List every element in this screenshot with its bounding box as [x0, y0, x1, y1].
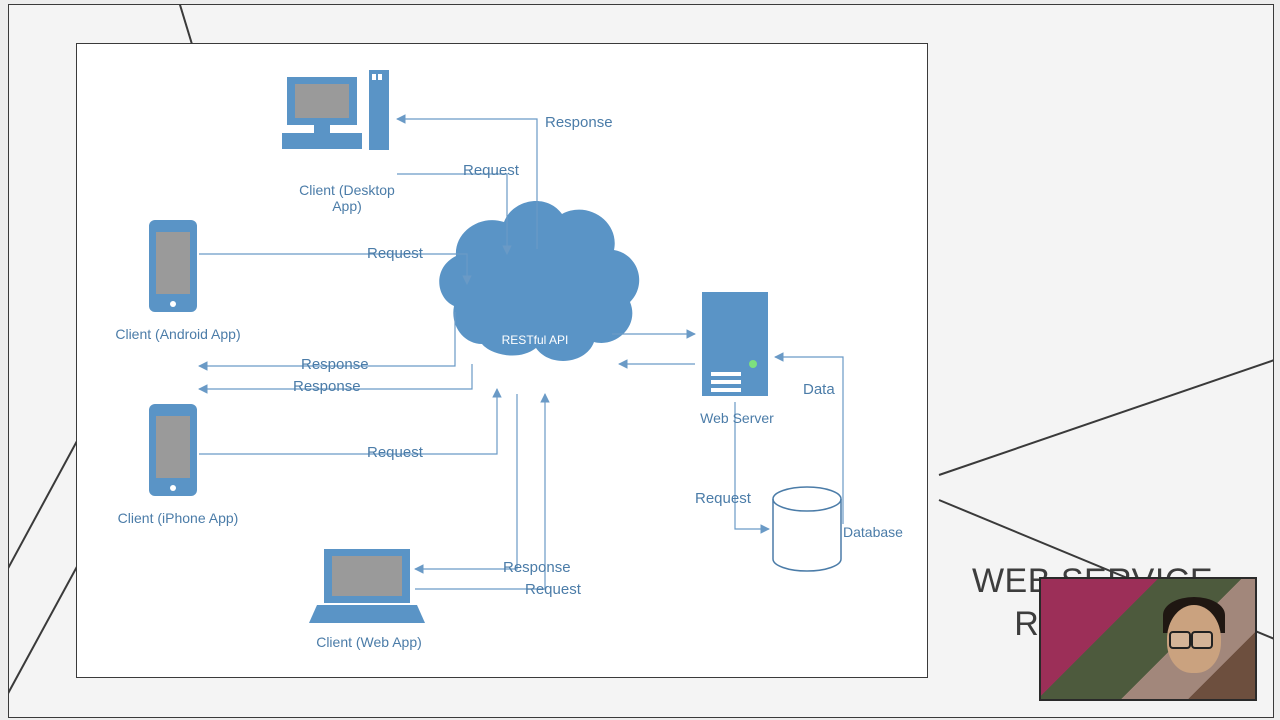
lbl-db-data: Data: [803, 381, 835, 398]
slide: RESTful API Client (Desktop App) Client …: [8, 4, 1274, 718]
lbl-web-response: Response: [503, 559, 571, 576]
cloud-label: RESTful API: [502, 333, 569, 347]
webcam-overlay: [1039, 577, 1257, 701]
web-caption: Client (Web App): [309, 634, 429, 650]
desktop-caption: Client (Desktop App): [287, 182, 407, 214]
rest-api-diagram: RESTful API: [77, 44, 927, 677]
lbl-desktop-response: Response: [545, 114, 613, 131]
lbl-android-response: Response: [301, 356, 369, 373]
lbl-iphone-response: Response: [293, 378, 361, 395]
iphone-caption: Client (iPhone App): [113, 510, 243, 526]
android-caption: Client (Android App): [113, 326, 243, 342]
database-icon: [773, 487, 841, 571]
lbl-iphone-request: Request: [367, 444, 423, 461]
server-caption: Web Server: [687, 410, 787, 426]
iphone-icon: [149, 404, 197, 496]
lbl-android-request: Request: [367, 245, 423, 262]
desktop-icon: [282, 70, 389, 150]
laptop-icon: [309, 549, 425, 623]
lbl-web-request: Request: [525, 581, 581, 598]
db-caption: Database: [843, 524, 913, 540]
diagram-card: RESTful API Client (Desktop App) Client …: [76, 43, 928, 678]
server-icon: [702, 292, 768, 396]
lbl-desktop-request: Request: [463, 162, 519, 179]
lbl-db-request: Request: [695, 490, 751, 507]
android-icon: [149, 220, 197, 312]
